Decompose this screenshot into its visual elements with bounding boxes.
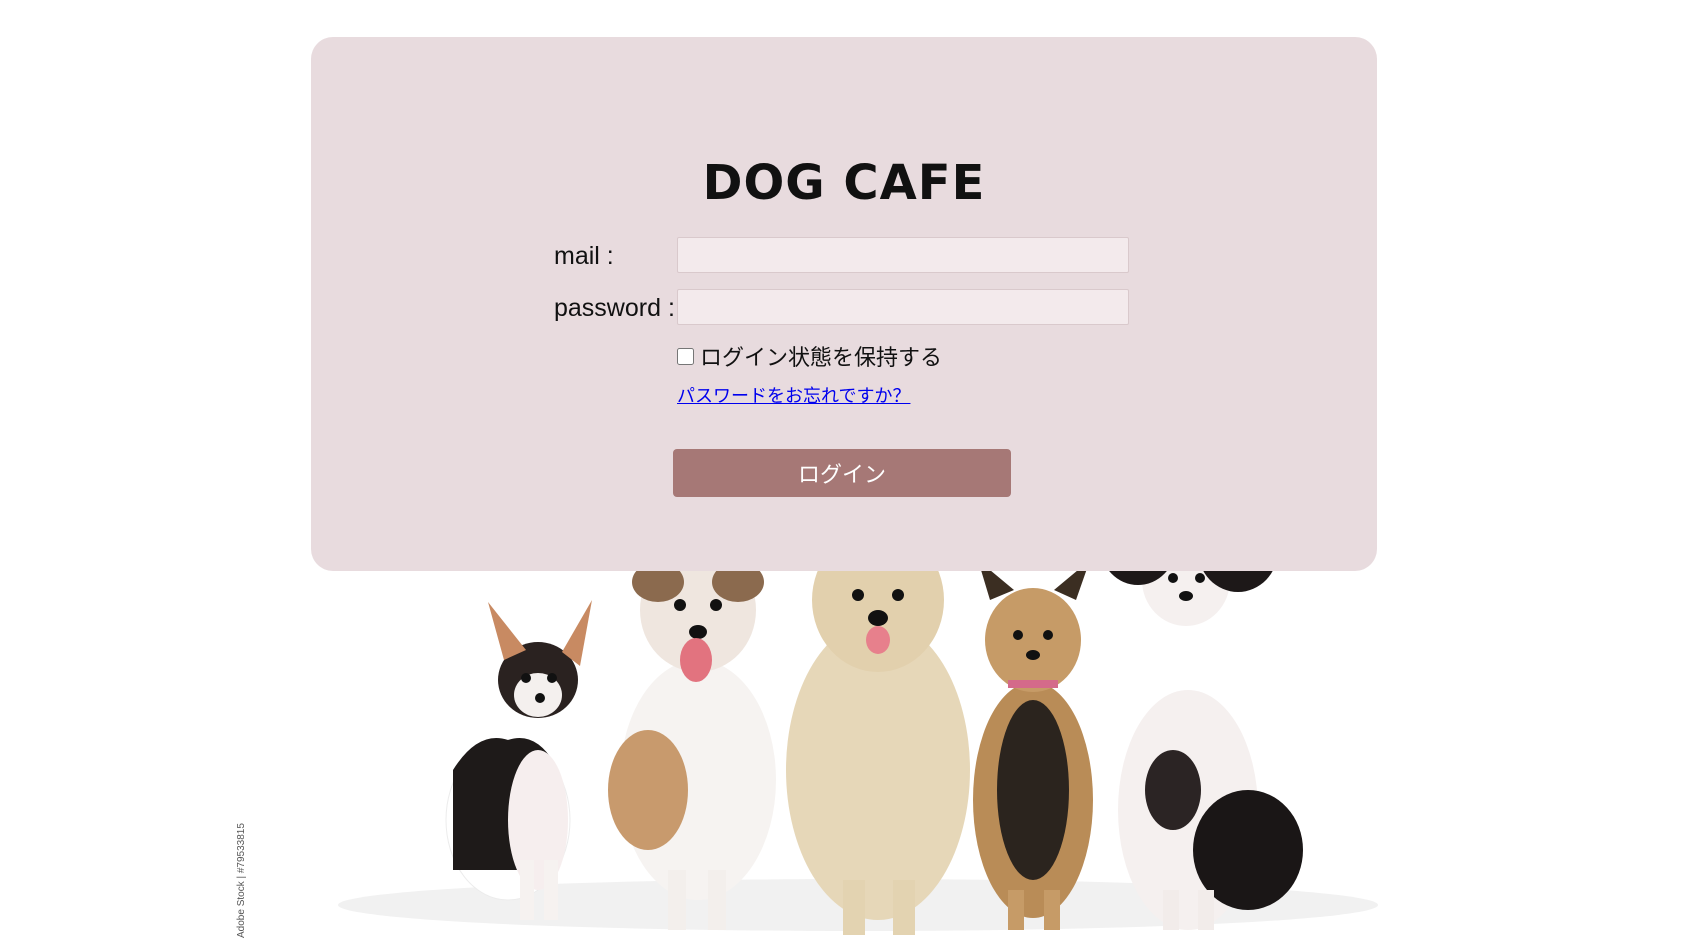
mail-label: mail : [554, 242, 614, 270]
remember-checkbox[interactable] [677, 347, 694, 365]
login-form: mail : password : ログイン状態を保持する パスワードをお忘れで… [311, 37, 1377, 571]
login-card: DOG CAFE mail : password : ログイン状態を保持する パ… [311, 37, 1377, 571]
password-input[interactable] [677, 289, 1129, 325]
remember-label: ログイン状態を保持する [700, 346, 943, 371]
forgot-password-link[interactable]: パスワードをお忘れですか？ [677, 382, 910, 408]
stock-credit: Adobe Stock | #79533815 [236, 823, 247, 938]
login-button[interactable]: ログイン [673, 449, 1011, 497]
mail-input[interactable] [677, 237, 1129, 273]
dog-3 [786, 510, 970, 935]
dog-1 [445, 600, 592, 920]
dog-2 [608, 548, 776, 930]
login-page: Adobe Stock | #79533815 DOG CAFE mail : … [0, 0, 1696, 944]
remember-me[interactable]: ログイン状態を保持する [677, 340, 942, 372]
password-label: password : [554, 294, 675, 322]
dog-4 [973, 560, 1093, 930]
